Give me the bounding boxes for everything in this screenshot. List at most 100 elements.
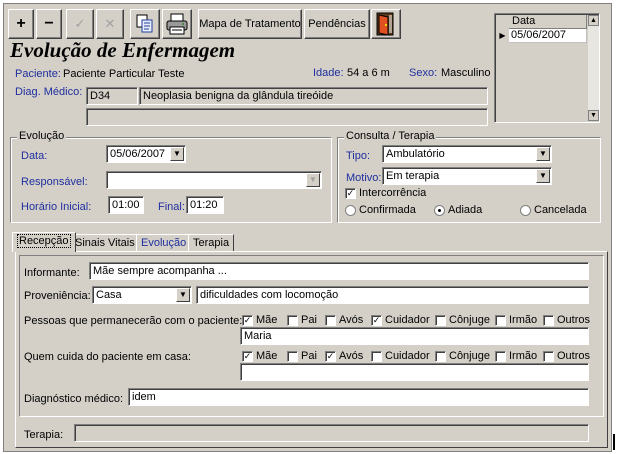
checkbox-box[interactable] xyxy=(287,350,298,362)
cuida-outros-input[interactable] xyxy=(240,363,589,381)
tab-recepcao[interactable]: Recepção xyxy=(12,232,76,252)
checkbox-label: Cuidador xyxy=(385,314,430,326)
proveniencia-select[interactable]: Casa ▼ xyxy=(92,286,192,304)
checkbox-box[interactable] xyxy=(371,350,382,362)
checkbox-label: Cuidador xyxy=(385,350,430,362)
pessoas-pai-checkbox[interactable]: Pai xyxy=(287,314,317,327)
print-button[interactable] xyxy=(162,9,192,39)
informante-label: Informante: xyxy=(24,267,80,279)
checkbox-box[interactable]: ✓ xyxy=(242,350,253,362)
cuida-pai-checkbox[interactable]: Pai xyxy=(287,350,317,363)
motivo-select-value: Em terapia xyxy=(386,170,440,182)
exit-button[interactable] xyxy=(371,9,401,39)
tipo-select[interactable]: Ambulatório ▼ xyxy=(382,145,552,163)
pessoas-irmao-checkbox[interactable]: Irmão xyxy=(495,314,537,327)
diag-medico-label: Diag. Médico: xyxy=(15,86,83,98)
diagnostico-medico-label: Diagnóstico médico: xyxy=(24,393,124,405)
diag-extra-field xyxy=(86,108,488,126)
checkbox-box[interactable] xyxy=(495,314,506,326)
diagnostico-medico-input[interactable]: idem xyxy=(128,388,589,406)
checkbox-box[interactable]: ✓ xyxy=(371,314,382,326)
chevron-down-icon[interactable]: ▼ xyxy=(170,147,184,161)
date-list-scrollbar[interactable]: ▲ ▼ xyxy=(588,15,599,121)
checkbox-box[interactable] xyxy=(543,350,554,362)
radio-circle[interactable] xyxy=(520,204,531,216)
horario-inicial-input[interactable]: 01:00 xyxy=(108,196,144,214)
horario-inicial-label: Horário Inicial: xyxy=(21,201,92,213)
checkbox-box[interactable]: ✓ xyxy=(325,350,336,362)
data-select[interactable]: 05/06/2007 ▼ xyxy=(106,145,186,163)
intercorrencia-checkbox[interactable]: ✓ Intercorrência xyxy=(345,187,426,200)
checkbox-label: Outros xyxy=(557,350,591,362)
motivo-select[interactable]: Em terapia ▼ xyxy=(382,167,552,185)
pessoas-avos-checkbox[interactable]: Avós xyxy=(325,314,363,327)
text-cursor xyxy=(613,434,615,450)
informante-input[interactable]: Mãe sempre acompanha ... xyxy=(89,262,589,280)
checkbox-label: Cônjuge xyxy=(449,314,490,326)
cuida-conjuge-checkbox[interactable]: Cônjuge xyxy=(435,350,490,363)
checkbox-label: Pai xyxy=(301,350,317,362)
terapia-label: Terapia: xyxy=(24,429,64,441)
proveniencia-obs-input[interactable]: dificuldades com locomoção xyxy=(196,286,589,304)
checkbox-box[interactable] xyxy=(287,314,298,326)
sexo-value: Masculino xyxy=(441,67,491,79)
chevron-down-icon[interactable]: ▼ xyxy=(536,169,550,183)
tab-sinais-vitais[interactable]: Sinais Vitais xyxy=(70,234,140,251)
tab-terapia[interactable]: Terapia xyxy=(188,234,235,251)
pendencias-button[interactable]: Pendências xyxy=(304,9,370,39)
date-list-header[interactable]: Data xyxy=(509,15,587,29)
date-list[interactable]: Data ▶ 05/06/2007 ▲ ▼ xyxy=(494,13,600,123)
pessoas-mae-checkbox[interactable]: ✓ Mãe xyxy=(242,314,277,327)
pessoas-conjuge-checkbox[interactable]: Cônjuge xyxy=(435,314,490,327)
radio-circle[interactable] xyxy=(434,204,445,216)
horario-final-input[interactable]: 01:20 xyxy=(186,196,224,214)
exit-door-icon xyxy=(376,12,394,36)
pessoas-outros-input[interactable]: Maria xyxy=(240,327,589,345)
checkbox-label: Avós xyxy=(339,314,364,326)
cancel-button[interactable]: ✕ xyxy=(96,9,124,39)
add-button[interactable]: + xyxy=(8,9,34,39)
mapa-tratamento-button[interactable]: Mapa de Tratamento xyxy=(198,9,302,39)
chevron-down-icon[interactable]: ▼ xyxy=(176,288,190,302)
motivo-label: Motivo: xyxy=(346,172,382,184)
checkbox-box[interactable]: ✓ xyxy=(345,187,356,199)
checkbox-label: Mãe xyxy=(256,314,278,326)
cuida-outros-checkbox[interactable]: Outros xyxy=(543,350,590,363)
data-label: Data: xyxy=(21,150,48,162)
evolucao-group-title: Evolução xyxy=(17,130,67,142)
evolucao-window: + − ✓ ✕ Mapa de Tratamento Pendências Ev… xyxy=(3,3,612,452)
checkbox-box[interactable]: ✓ xyxy=(242,314,253,326)
arrow-down-icon[interactable]: ▼ xyxy=(588,110,599,121)
checkbox-box[interactable] xyxy=(495,350,506,362)
tab-recepcao-label: Recepção xyxy=(17,234,71,248)
checkbox-label: Pai xyxy=(301,314,317,326)
cuida-avos-checkbox[interactable]: ✓ Avós xyxy=(325,350,363,363)
radio-confirmada[interactable]: Confirmada xyxy=(345,204,416,217)
radio-adiada[interactable]: Adiada xyxy=(434,204,482,217)
checkbox-box[interactable] xyxy=(435,350,446,362)
radio-cancelada[interactable]: Cancelada xyxy=(520,204,587,217)
arrow-up-icon[interactable]: ▲ xyxy=(588,15,599,26)
chevron-down-icon[interactable]: ▼ xyxy=(536,147,550,161)
confirm-button[interactable]: ✓ xyxy=(66,9,94,39)
responsavel-select[interactable]: ▼ xyxy=(106,171,322,189)
copy-button[interactable] xyxy=(130,9,160,39)
radio-confirmada-label: Confirmada xyxy=(359,204,416,216)
cuida-irmao-checkbox[interactable]: Irmão xyxy=(495,350,537,363)
sexo-label: Sexo: xyxy=(409,67,438,79)
cuida-mae-checkbox[interactable]: ✓ Mãe xyxy=(242,350,277,363)
printer-icon xyxy=(166,13,188,35)
paciente-value: Paciente Particular Teste xyxy=(63,68,185,80)
radio-circle[interactable] xyxy=(345,204,356,216)
chevron-down-icon[interactable]: ▼ xyxy=(306,173,320,187)
date-list-item[interactable]: 05/06/2007 xyxy=(509,29,587,43)
pessoas-cuidador-checkbox[interactable]: ✓ Cuidador xyxy=(371,314,430,327)
checkbox-box[interactable] xyxy=(543,314,554,326)
pessoas-outros-checkbox[interactable]: Outros xyxy=(543,314,590,327)
checkbox-box[interactable] xyxy=(435,314,446,326)
remove-button[interactable]: − xyxy=(36,9,62,39)
cuida-cuidador-checkbox[interactable]: Cuidador xyxy=(371,350,430,363)
pessoas-label: Pessoas que permanecerão com o paciente: xyxy=(24,315,243,327)
checkbox-box[interactable] xyxy=(325,314,336,326)
tab-evolucao[interactable]: Evolução xyxy=(136,234,192,251)
